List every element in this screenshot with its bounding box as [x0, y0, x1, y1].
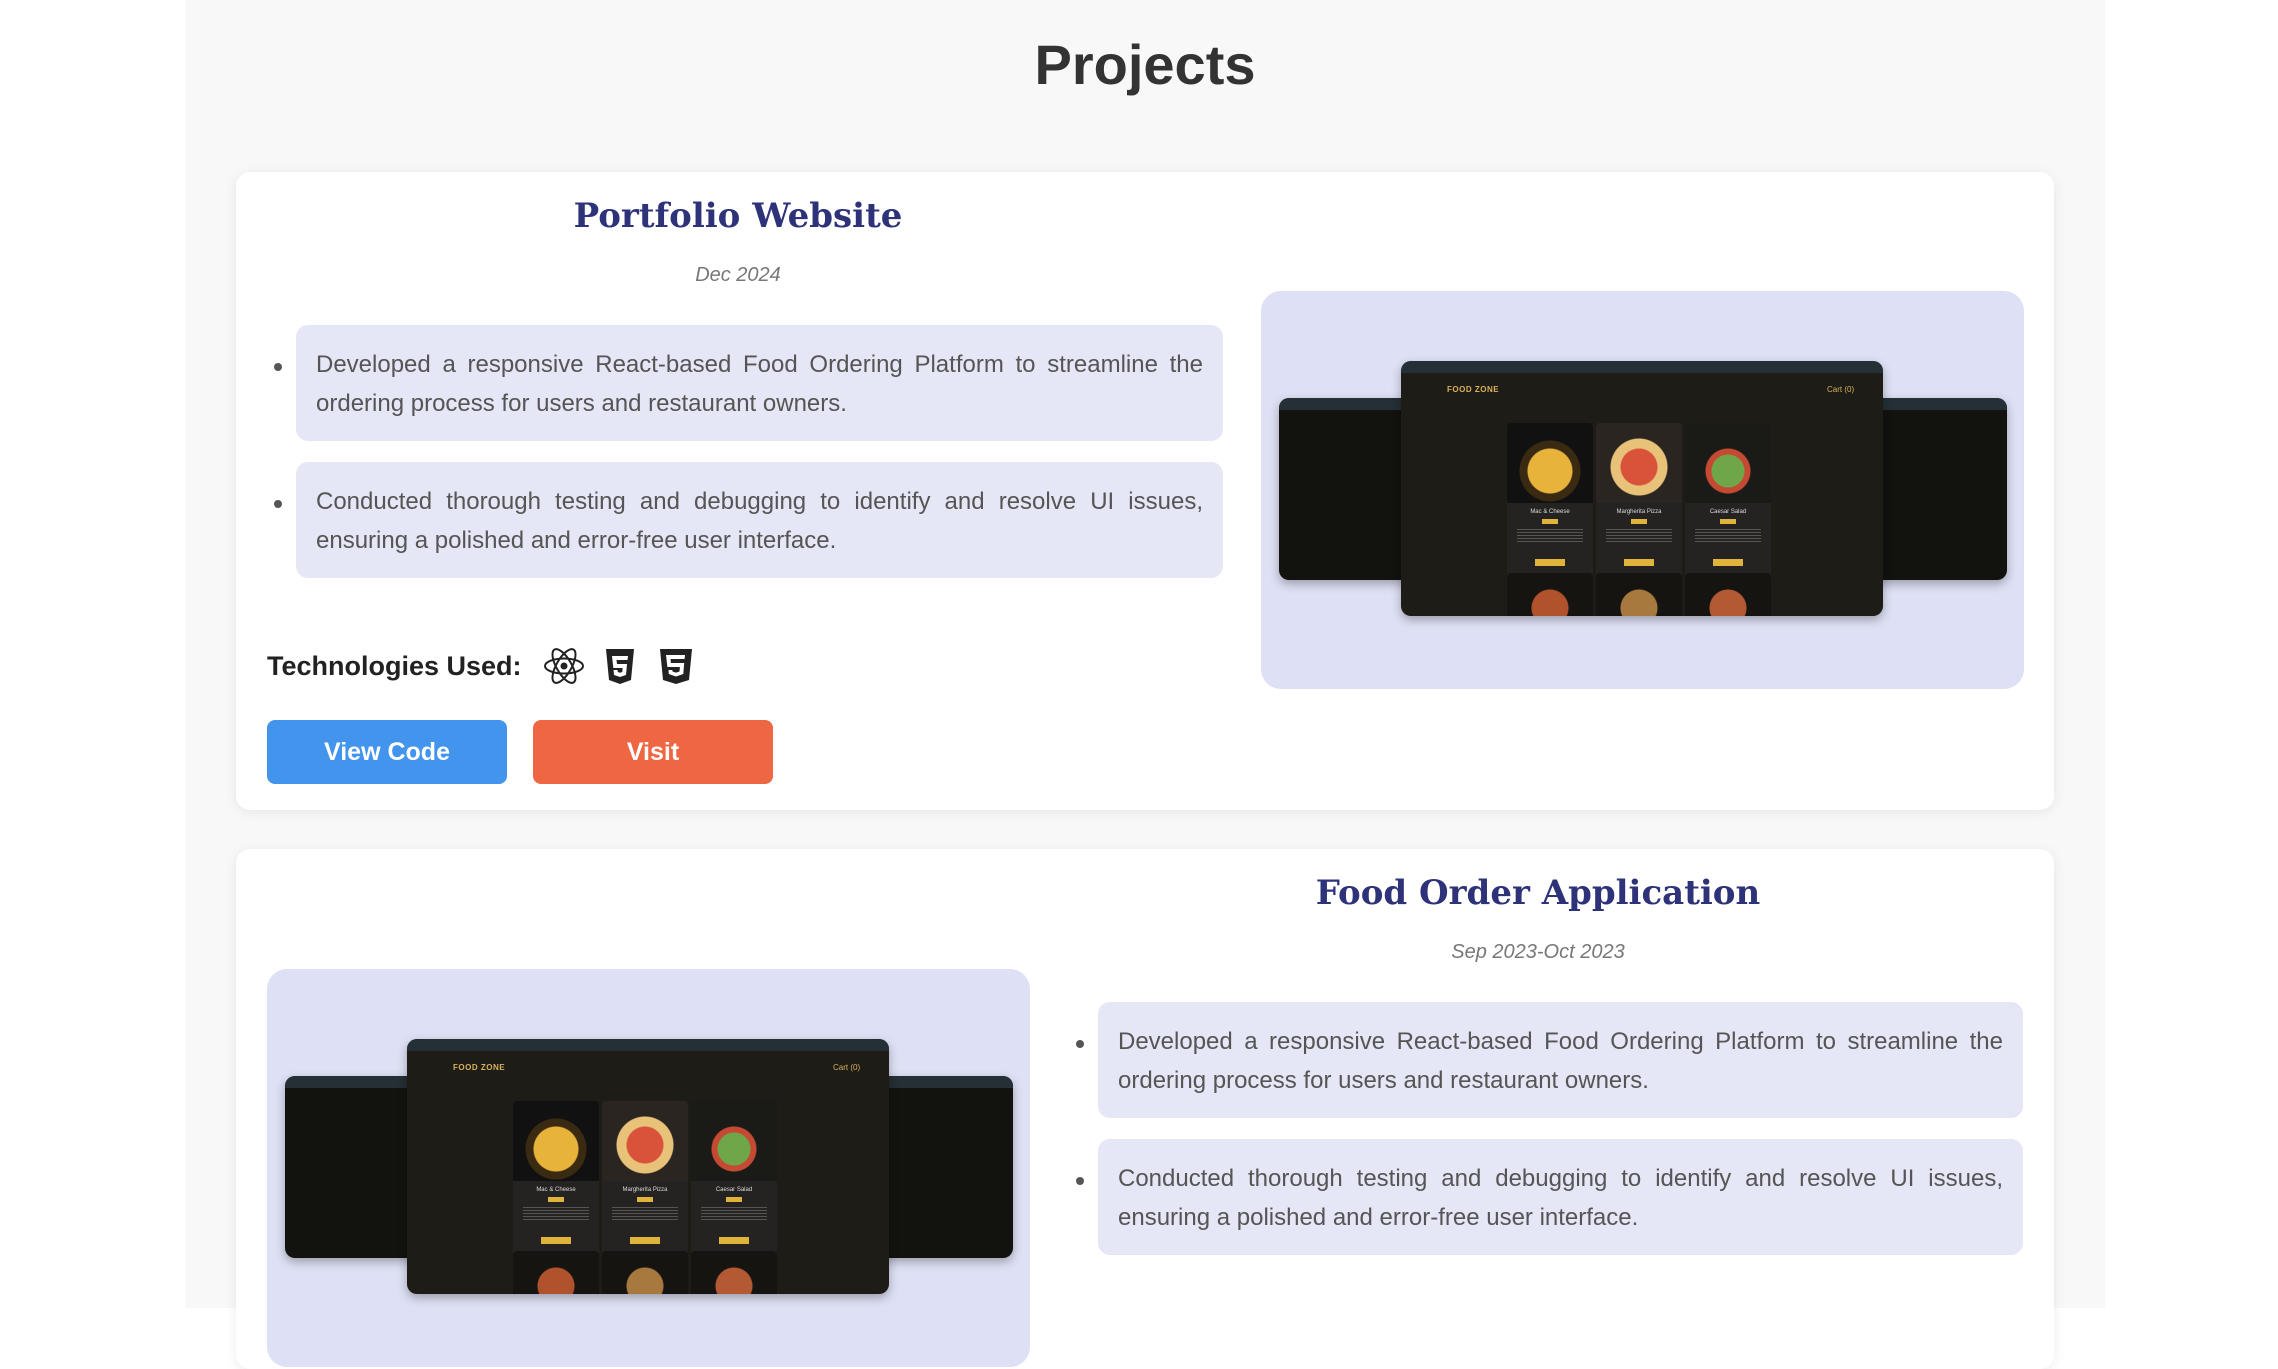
bullet-dot [1076, 1177, 1084, 1185]
list-item: Developed a responsive React-based Food … [1076, 1002, 2023, 1118]
food-desc [1606, 529, 1672, 543]
food-name: Margherita Pizza [622, 1187, 668, 1193]
react-icon [542, 644, 586, 688]
preview-screen-main: FOOD ZONE Cart (0) Mac & Cheese Margheri… [407, 1039, 889, 1294]
projects-section: Projects Portfolio Website Dec 2024 Deve… [185, 0, 2105, 1369]
bullet-dot [274, 500, 282, 508]
list-item: Developed a responsive React-based Food … [274, 325, 1223, 441]
food-name: Caesar Salad [1709, 509, 1747, 515]
page-title: Projects [1034, 33, 1256, 96]
food-price [1631, 519, 1647, 524]
food-image [513, 1251, 599, 1294]
view-code-button[interactable]: View Code [267, 720, 507, 784]
food-desc [1517, 529, 1583, 543]
food-image [1685, 573, 1771, 616]
food-card: Margherita Pizza [1596, 423, 1682, 579]
pizza-image [1596, 423, 1682, 503]
food-name: Caesar Salad [715, 1187, 753, 1193]
food-price [726, 1197, 742, 1202]
food-name: Margherita Pizza [1616, 509, 1662, 515]
technologies-row: Technologies Used: [267, 644, 710, 688]
pizza-image [602, 1101, 688, 1181]
browser-bar [407, 1039, 889, 1051]
list-item: Conducted thorough testing and debugging… [274, 462, 1223, 578]
bullet-dot [274, 363, 282, 371]
order-button [719, 1237, 749, 1244]
order-button [541, 1237, 571, 1244]
preview-brand: FOOD ZONE [453, 1063, 506, 1072]
project-screenshot: FOOD ZONE Cart (0) Mac & Cheese Margheri… [267, 969, 1030, 1367]
food-price [548, 1197, 564, 1202]
food-image [691, 1251, 777, 1294]
project-bullets: Developed a responsive React-based Food … [1076, 1002, 2023, 1255]
project-bullets: Developed a responsive React-based Food … [274, 325, 1223, 578]
browser-bar [1401, 361, 1883, 373]
food-image [602, 1251, 688, 1294]
bullet-dot [1076, 1040, 1084, 1048]
preview-cart: Cart (0) [833, 1063, 861, 1072]
preview-brand: FOOD ZONE [1447, 385, 1500, 394]
css3-icon [654, 644, 698, 688]
bullet-text: Conducted thorough testing and debugging… [316, 488, 1203, 554]
bullet-text: Conducted thorough testing and debugging… [1118, 1165, 2003, 1231]
food-image [1507, 573, 1593, 616]
salad-image [1685, 423, 1771, 503]
project-card-portfolio: Portfolio Website Dec 2024 Developed a r… [236, 172, 2054, 810]
project-date: Sep 2023-Oct 2023 [1451, 941, 1625, 963]
food-card: Caesar Salad [1685, 423, 1771, 579]
order-button [630, 1237, 660, 1244]
food-desc [612, 1207, 678, 1221]
preview-screen-main: FOOD ZONE Cart (0) Mac & Cheese Margheri… [1401, 361, 1883, 616]
food-name: Mac & Cheese [536, 1187, 576, 1193]
salad-image [691, 1101, 777, 1181]
food-price [637, 1197, 653, 1202]
bullet-text: Developed a responsive React-based Food … [316, 351, 1203, 417]
project-title: Portfolio Website [573, 196, 903, 236]
food-name: Mac & Cheese [1530, 509, 1570, 515]
food-card: Caesar Salad [691, 1101, 777, 1257]
food-card: Mac & Cheese [1507, 423, 1593, 579]
food-desc [1695, 529, 1761, 543]
food-desc [701, 1207, 767, 1221]
html5-icon [598, 644, 642, 688]
mac-cheese-image [1507, 423, 1593, 503]
food-price [1542, 519, 1558, 524]
project-card-food-order: Food Order Application Sep 2023-Oct 2023… [236, 849, 2054, 1369]
food-image [1596, 573, 1682, 616]
project-title: Food Order Application [1315, 873, 1761, 913]
order-button [1535, 559, 1565, 566]
project-date: Dec 2024 [695, 264, 781, 286]
project-screenshot: FOOD ZONE Cart (0) Mac & Cheese Margheri… [1261, 291, 2024, 689]
list-item: Conducted thorough testing and debugging… [1076, 1139, 2023, 1255]
mac-cheese-image [513, 1101, 599, 1181]
food-card: Mac & Cheese [513, 1101, 599, 1257]
order-button [1713, 559, 1743, 566]
food-card: Margherita Pizza [602, 1101, 688, 1257]
order-button [1624, 559, 1654, 566]
food-desc [523, 1207, 589, 1221]
technologies-label: Technologies Used: [267, 650, 522, 681]
bullet-text: Developed a responsive React-based Food … [1118, 1028, 2003, 1094]
visit-button[interactable]: Visit [533, 720, 773, 784]
preview-cart: Cart (0) [1827, 385, 1855, 394]
food-price [1720, 519, 1736, 524]
